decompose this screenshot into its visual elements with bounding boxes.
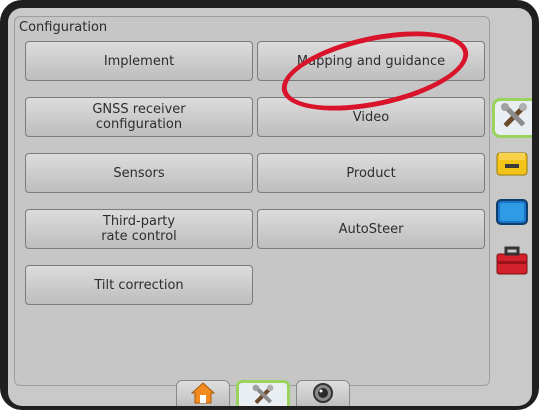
bottom-tab-camera[interactable] [296,380,350,406]
monitor-icon [495,195,529,233]
mapping-guidance-button[interactable]: Mapping and guidance [257,41,485,81]
implement-button[interactable]: Implement [25,41,253,81]
bottom-tab-home[interactable] [176,380,230,406]
bottom-tab-configuration[interactable] [236,380,290,406]
side-tab-tools-box[interactable] [492,242,532,282]
configuration-panel: Configuration Implement Mapping and guid… [14,16,490,386]
sensors-label: Sensors [113,165,165,181]
mapping-guidance-label: Mapping and guidance [296,53,446,69]
tilt-correction-label: Tilt correction [94,277,184,293]
side-tab-tools[interactable] [492,98,532,138]
panel-title: Configuration [19,20,108,35]
product-label: Product [346,165,396,181]
third-party-rate-control-label: Third-party rate control [101,214,177,244]
sensors-button[interactable]: Sensors [25,153,253,193]
autosteer-label: AutoSteer [338,221,404,237]
autosteer-button[interactable]: AutoSteer [257,209,485,249]
tractor-icon [495,147,529,185]
video-button[interactable]: Video [257,97,485,137]
side-tab-vehicle[interactable] [492,146,532,186]
toolbox-icon [495,243,529,281]
video-label: Video [352,109,390,125]
device-frame: Configuration Implement Mapping and guid… [0,0,539,410]
third-party-rate-control-button[interactable]: Third-party rate control [25,209,253,249]
gnss-receiver-label: GNSS receiver configuration [92,102,186,132]
tools-icon [250,383,276,407]
home-icon [190,382,216,406]
screen: Configuration Implement Mapping and guid… [8,8,532,406]
camera-lens-icon [312,382,334,406]
tools-icon [499,101,529,135]
implement-label: Implement [103,53,175,69]
gnss-receiver-button[interactable]: GNSS receiver configuration [25,97,253,137]
tilt-correction-button[interactable]: Tilt correction [25,265,253,305]
product-button[interactable]: Product [257,153,485,193]
side-tab-display[interactable] [492,194,532,234]
bottom-tab-bar [176,380,352,406]
